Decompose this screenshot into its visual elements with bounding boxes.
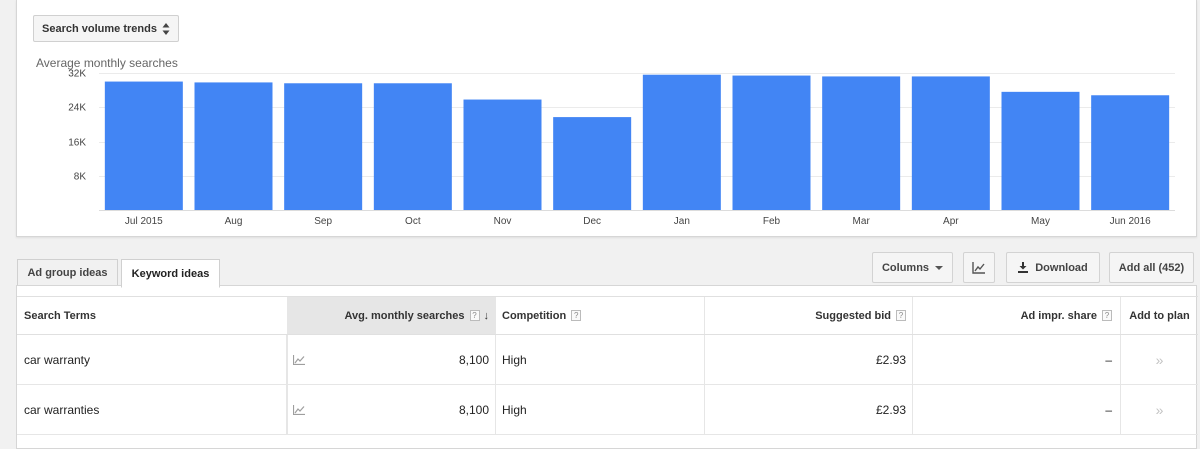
- keyword-ideas-table: Search Terms Avg. monthly searches ? ↓ C…: [16, 285, 1198, 449]
- help-icon[interactable]: ?: [571, 310, 582, 321]
- chart-toggle-button[interactable]: [963, 252, 995, 283]
- competition-cell: High: [495, 335, 704, 384]
- competition-cell: High: [495, 385, 704, 434]
- add-to-plan-button[interactable]: »: [1120, 335, 1198, 384]
- bar[interactable]: [732, 75, 811, 210]
- download-label: Download: [1035, 261, 1088, 274]
- header-avg-monthly-searches[interactable]: Avg. monthly searches ? ↓: [287, 297, 495, 334]
- bar[interactable]: [822, 76, 901, 210]
- x-tick-label: Mar: [853, 216, 871, 227]
- header-competition-label: Competition: [502, 309, 567, 322]
- x-tick-label: Jul 2015: [125, 216, 163, 227]
- x-tick-label: Jun 2016: [1110, 216, 1152, 227]
- search-term-cell: car warranty: [17, 335, 287, 384]
- header-search-terms-label: Search Terms: [24, 309, 96, 322]
- download-button[interactable]: Download: [1006, 252, 1100, 283]
- bar[interactable]: [642, 74, 721, 211]
- trend-select-label: Search volume trends: [42, 22, 157, 35]
- bar[interactable]: [373, 83, 452, 210]
- help-icon[interactable]: ?: [469, 310, 480, 321]
- double-chevron-right-icon: »: [1155, 401, 1164, 418]
- bar[interactable]: [284, 83, 363, 210]
- avg-monthly-searches-cell: 8,100: [287, 335, 495, 384]
- x-tick-label: Aug: [225, 216, 243, 227]
- bar[interactable]: [911, 76, 990, 210]
- y-tick-label: 32K: [68, 69, 86, 80]
- sparkline-icon: [293, 354, 305, 365]
- line-chart-icon: [972, 261, 985, 274]
- trend-chart-button[interactable]: [287, 385, 309, 434]
- x-tick-label: Apr: [943, 216, 959, 227]
- caret-down-icon: [935, 265, 944, 270]
- download-icon: [1018, 262, 1029, 273]
- help-icon[interactable]: ?: [1102, 310, 1112, 321]
- x-tick-label: May: [1031, 216, 1050, 227]
- bar[interactable]: [1091, 95, 1170, 210]
- header-bid-label: Suggested bid: [815, 309, 891, 322]
- tab-ad-group-ideas-label: Ad group ideas: [27, 266, 108, 279]
- table-header-row: Search Terms Avg. monthly searches ? ↓ C…: [17, 296, 1198, 335]
- search-term-cell: car warranties: [17, 385, 287, 434]
- avg-monthly-searches-cell: 8,100: [287, 385, 495, 434]
- sparkline-icon: [293, 404, 305, 415]
- header-add-to-plan: Add to plan: [1120, 297, 1198, 334]
- x-tick-label: Sep: [314, 216, 332, 227]
- ad-impr-share-cell: –: [912, 385, 1120, 434]
- header-search-terms[interactable]: Search Terms: [17, 297, 287, 334]
- double-chevron-right-icon: »: [1155, 351, 1164, 368]
- sort-descending-icon: ↓: [483, 309, 490, 322]
- header-avg-label: Avg. monthly searches: [344, 309, 465, 322]
- columns-label: Columns: [881, 261, 930, 274]
- table-row: car warranties 8,100 High £2.93 – »: [17, 385, 1198, 435]
- y-tick-label: 24K: [68, 103, 86, 114]
- bar[interactable]: [553, 117, 632, 210]
- x-tick-label: Dec: [583, 216, 601, 227]
- x-tick-label: Feb: [763, 216, 781, 227]
- header-ad-impr-share[interactable]: Ad impr. share ?: [912, 297, 1120, 334]
- header-share-label: Ad impr. share: [1020, 309, 1097, 322]
- x-tick-label: Oct: [405, 216, 421, 227]
- suggested-bid-cell: £2.93: [704, 385, 912, 434]
- add-to-plan-button[interactable]: »: [1120, 385, 1198, 434]
- header-competition[interactable]: Competition ?: [495, 297, 704, 334]
- search-volume-trends-select[interactable]: Search volume trends: [33, 15, 179, 42]
- header-plan-label: Add to plan: [1129, 309, 1190, 322]
- chart-title: Average monthly searches: [36, 56, 178, 70]
- columns-button[interactable]: Columns: [872, 252, 953, 283]
- table-row: car warranty 8,100 High £2.93 – »: [17, 335, 1198, 385]
- bar[interactable]: [104, 81, 183, 210]
- tab-ad-group-ideas[interactable]: Ad group ideas: [17, 259, 118, 286]
- bar[interactable]: [463, 99, 542, 210]
- x-tick-label: Jan: [674, 216, 690, 227]
- bar[interactable]: [1001, 91, 1080, 210]
- header-suggested-bid[interactable]: Suggested bid ?: [704, 297, 912, 334]
- bar[interactable]: [194, 82, 273, 210]
- add-all-button[interactable]: Add all (452): [1109, 252, 1194, 283]
- y-tick-label: 8K: [74, 172, 87, 183]
- trend-chart-button[interactable]: [287, 335, 309, 384]
- tab-keyword-ideas-label: Keyword ideas: [131, 267, 210, 280]
- suggested-bid-cell: £2.93: [704, 335, 912, 384]
- add-all-label: Add all (452): [1118, 261, 1185, 274]
- x-tick-label: Nov: [494, 216, 512, 227]
- ad-impr-share-cell: –: [912, 335, 1120, 384]
- y-tick-label: 16K: [68, 138, 86, 149]
- bar-chart: 8K 16K 24K 32K Jul 2015 Aug Sep Oct Nov Dec Jan Feb…: [68, 69, 1175, 227]
- sort-updown-icon: [162, 23, 170, 35]
- tab-keyword-ideas[interactable]: Keyword ideas: [121, 259, 220, 288]
- search-volume-chart-card: 8K 16K 24K 32K Jul 2015 Aug Sep Oct Nov Dec Jan Feb…: [16, 0, 1197, 237]
- help-icon[interactable]: ?: [896, 310, 906, 321]
